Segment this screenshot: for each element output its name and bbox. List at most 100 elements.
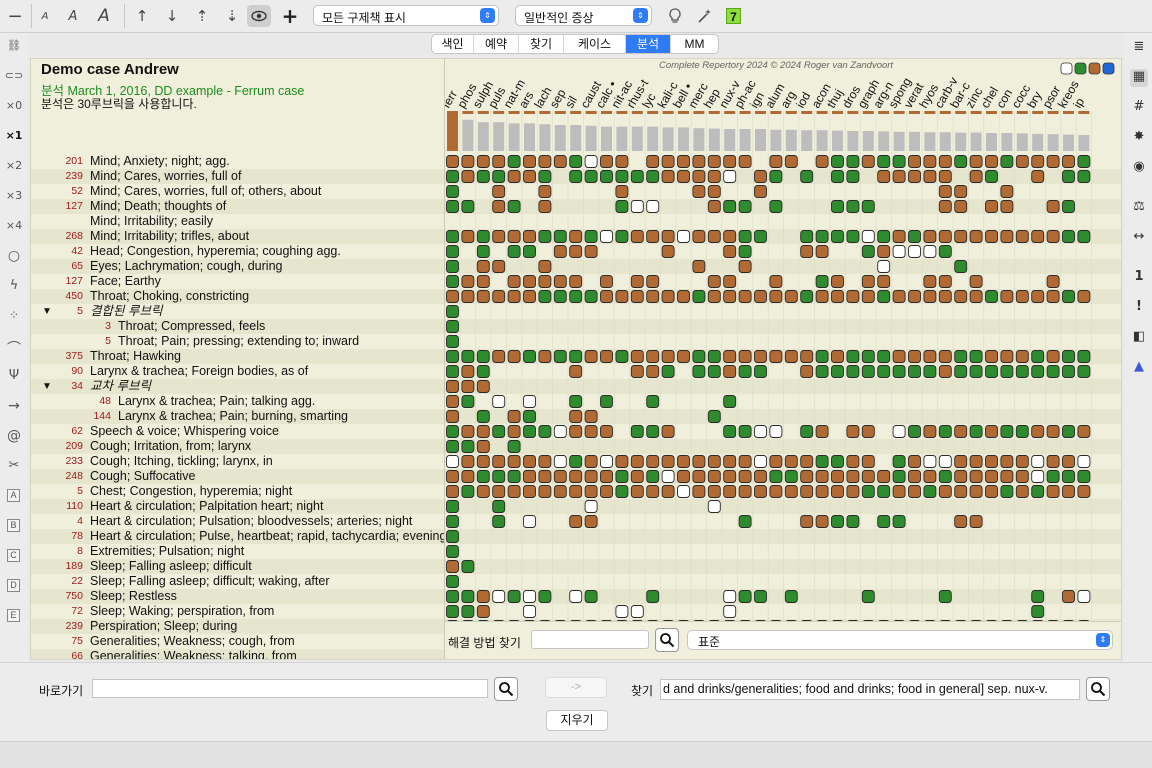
rubric-row[interactable]: 5Throat; Pain; pressing; extending to; i…: [31, 334, 444, 349]
box-e-icon[interactable]: E: [7, 609, 20, 622]
rubric-row[interactable]: 201Mind; Anxiety; night; agg.: [31, 154, 444, 169]
rubric-row[interactable]: 75Generalities; Weakness; cough, from: [31, 634, 444, 649]
remedy-filter-select[interactable]: 모든 구제책 표시 ⇕: [313, 5, 499, 26]
magic-wand-icon[interactable]: [694, 5, 716, 27]
exclamation-icon[interactable]: !: [1130, 299, 1148, 317]
tab-book[interactable]: 예약: [474, 35, 519, 53]
lightning-icon[interactable]: ϟ: [4, 278, 24, 294]
rubric-row[interactable]: 72Sleep; Waking; perspiration, from: [31, 604, 444, 619]
plus-icon[interactable]: +: [279, 5, 301, 27]
spiral-icon[interactable]: @: [4, 428, 24, 444]
box-d-icon[interactable]: D: [7, 579, 20, 592]
clear-button[interactable]: 지우기: [546, 710, 608, 731]
rubric-row[interactable]: 268Mind; Irritability; trifles, about: [31, 229, 444, 244]
rubric-row[interactable]: 209Cough; Irritation, from; larynx: [31, 439, 444, 454]
box-b-icon[interactable]: B: [7, 519, 20, 532]
box-c-icon[interactable]: C: [7, 549, 20, 562]
rubric-row[interactable]: 189Sleep; Falling asleep; difficult: [31, 559, 444, 574]
rubric-row[interactable]: 127Face; Earthy: [31, 274, 444, 289]
arrow-button[interactable]: ->: [545, 677, 607, 698]
lightbulb-icon[interactable]: [664, 5, 686, 27]
rubric-row[interactable]: 239Perspiration; Sleep; during: [31, 619, 444, 634]
rubric-row[interactable]: 144Larynx & trachea; Pain; burning, smar…: [31, 409, 444, 424]
symptom-filter-select[interactable]: 일반적인 증상 ⇕: [515, 5, 652, 26]
font-medium-button[interactable]: A: [63, 5, 83, 27]
grade-cell: [493, 456, 505, 468]
weight-x0-icon[interactable]: ×0: [4, 99, 24, 115]
rubric-row[interactable]: 248Cough; Suffocative: [31, 469, 444, 484]
rubric-row[interactable]: 3Throat; Compressed, feels: [31, 319, 444, 334]
table-view-icon[interactable]: #: [1130, 99, 1148, 117]
expand-horizontal-icon[interactable]: ↔: [1130, 229, 1148, 247]
arc-icon[interactable]: ⌒: [4, 338, 24, 354]
rubric-row[interactable]: 90Larynx & trachea; Foreign bodies, as o…: [31, 364, 444, 379]
scatter-icon[interactable]: ⁘: [4, 308, 24, 324]
leaf-icon[interactable]: ✸: [1130, 129, 1148, 147]
box-a-icon[interactable]: A: [7, 489, 20, 502]
font-small-button[interactable]: A: [36, 5, 54, 27]
circle-icon[interactable]: ○: [4, 248, 24, 264]
rubric-row[interactable]: 65Eyes; Lachrymation; cough, during: [31, 259, 444, 274]
arrow-up-icon[interactable]: ↑: [131, 5, 153, 27]
find-input[interactable]: d and drinks/generalities; food and drin…: [660, 679, 1080, 700]
arrow-down-dotted-icon[interactable]: ⇣: [221, 5, 243, 27]
rubric-row[interactable]: 450Throat; Choking, constricting: [31, 289, 444, 304]
grid-view-icon[interactable]: ▦: [1130, 69, 1148, 87]
rubric-row[interactable]: 233Cough; Itching, tickling; larynx, in: [31, 454, 444, 469]
rubric-row[interactable]: 42Head; Congestion, hyperemia; coughing …: [31, 244, 444, 259]
goto-search-button[interactable]: [494, 677, 518, 701]
font-large-button[interactable]: A: [93, 5, 115, 27]
rubric-row[interactable]: 5Chest; Congestion, hyperemia; night: [31, 484, 444, 499]
minus-icon[interactable]: −: [4, 5, 26, 27]
rubric-row[interactable]: 8Extremities; Pulsation; night: [31, 544, 444, 559]
tab-index[interactable]: 색인: [432, 35, 474, 53]
weight-x2-icon[interactable]: ×2: [4, 159, 24, 175]
rubric-row[interactable]: 4Heart & circulation; Pulsation; bloodve…: [31, 514, 444, 529]
weight-x1-icon[interactable]: ×1: [4, 129, 24, 145]
arrow-up-dotted-icon[interactable]: ⇡: [191, 5, 213, 27]
rubric-row[interactable]: 66Generalities; Weakness; talking, from: [31, 649, 444, 660]
count-badge[interactable]: 7: [726, 8, 741, 24]
find-search-button[interactable]: [1086, 677, 1110, 701]
weight-x4-icon[interactable]: ×4: [4, 219, 24, 235]
rubric-row[interactable]: 62Speech & voice; Whispering voice: [31, 424, 444, 439]
rubric-row[interactable]: 375Throat; Hawking: [31, 349, 444, 364]
tab-find[interactable]: 찾기: [519, 35, 564, 53]
rubric-row[interactable]: 750Sleep; Restless: [31, 589, 444, 604]
remedy-search-input[interactable]: [531, 630, 649, 649]
remedy-search-button[interactable]: [655, 628, 679, 652]
rubric-row[interactable]: 239Mind; Cares, worries, full of: [31, 169, 444, 184]
number-one-icon[interactable]: 1: [1130, 269, 1148, 287]
rubric-row[interactable]: 110Heart & circulation; Palpitation hear…: [31, 499, 444, 514]
tab-mm[interactable]: MM: [671, 35, 718, 53]
rubric-row[interactable]: 22Sleep; Falling asleep; difficult; waki…: [31, 574, 444, 589]
scissors-icon[interactable]: ✂: [4, 458, 24, 474]
unlink-icon[interactable]: ⊂⊃: [4, 69, 24, 85]
list-view-icon[interactable]: ≣: [1130, 39, 1148, 57]
rubric-row[interactable]: 127Mind; Death; thoughts of: [31, 199, 444, 214]
grade-cell: [739, 291, 751, 303]
tab-case[interactable]: 케이스: [564, 35, 626, 53]
rubric-row[interactable]: Mind; Irritability; easily: [31, 214, 444, 229]
eye-icon[interactable]: [247, 5, 271, 27]
weight-x3-icon[interactable]: ×3: [4, 189, 24, 205]
grade-cell: [1032, 606, 1044, 618]
rubric-row[interactable]: 48Larynx & trachea; Pain; talking agg.: [31, 394, 444, 409]
grade-cell: [462, 471, 474, 483]
arrow-down-icon[interactable]: ↓: [161, 5, 183, 27]
rubric-row[interactable]: 78Heart & circulation; Pulse, heartbeat;…: [31, 529, 444, 544]
rubric-row[interactable]: 52Mind; Cares, worries, full of; others,…: [31, 184, 444, 199]
arrow-right-icon[interactable]: →: [4, 398, 24, 414]
eye-icon[interactable]: ◉: [1130, 159, 1148, 177]
link-icon[interactable]: ⛓: [4, 39, 24, 55]
rubric-row[interactable]: ▼5결합된 루브릭: [31, 304, 444, 319]
search-mode-select[interactable]: 표준 ⇕: [687, 630, 1113, 650]
gradient-icon[interactable]: ◧: [1130, 329, 1148, 347]
tab-analysis[interactable]: 분석: [626, 35, 671, 53]
triangle-chart-icon[interactable]: ▲: [1130, 359, 1148, 377]
score-bar: [878, 131, 889, 151]
balance-icon[interactable]: ⚖: [1130, 199, 1148, 217]
rubric-row[interactable]: ▼34교차 루브릭: [31, 379, 444, 394]
goto-input[interactable]: [92, 679, 488, 698]
fork-icon[interactable]: Ψ: [4, 368, 24, 384]
